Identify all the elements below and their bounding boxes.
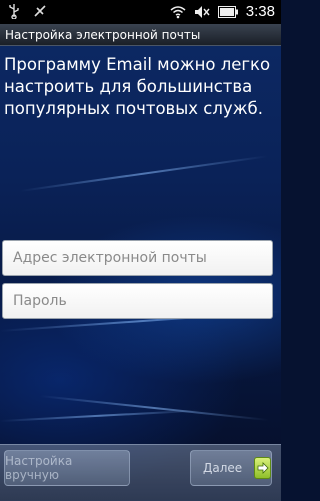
wallpaper-streak <box>19 155 268 192</box>
window-title: Настройка электронной почты <box>5 28 201 42</box>
status-bar: 3:38 <box>0 0 281 24</box>
password-field[interactable] <box>2 283 273 319</box>
title-bar: Настройка электронной почты <box>0 24 281 46</box>
usb-icon <box>6 3 22 19</box>
wifi-icon <box>170 4 186 20</box>
next-label: Далее <box>203 461 243 475</box>
password-input[interactable] <box>11 292 272 310</box>
manual-setup-button[interactable]: Настройка вручную <box>4 450 130 486</box>
wallpaper-streak <box>0 409 200 422</box>
next-button[interactable]: Далее <box>190 450 272 486</box>
email-field[interactable] <box>2 240 273 276</box>
arrow-right-icon <box>254 457 271 479</box>
manual-setup-label: Настройка вручную <box>5 454 73 482</box>
email-input[interactable] <box>11 249 272 267</box>
debug-icon <box>32 3 48 19</box>
intro-text: Программу Email можно легко настроить дл… <box>4 55 271 118</box>
mute-icon <box>194 4 210 20</box>
status-time: 3:38 <box>245 3 275 20</box>
battery-icon <box>217 4 238 20</box>
